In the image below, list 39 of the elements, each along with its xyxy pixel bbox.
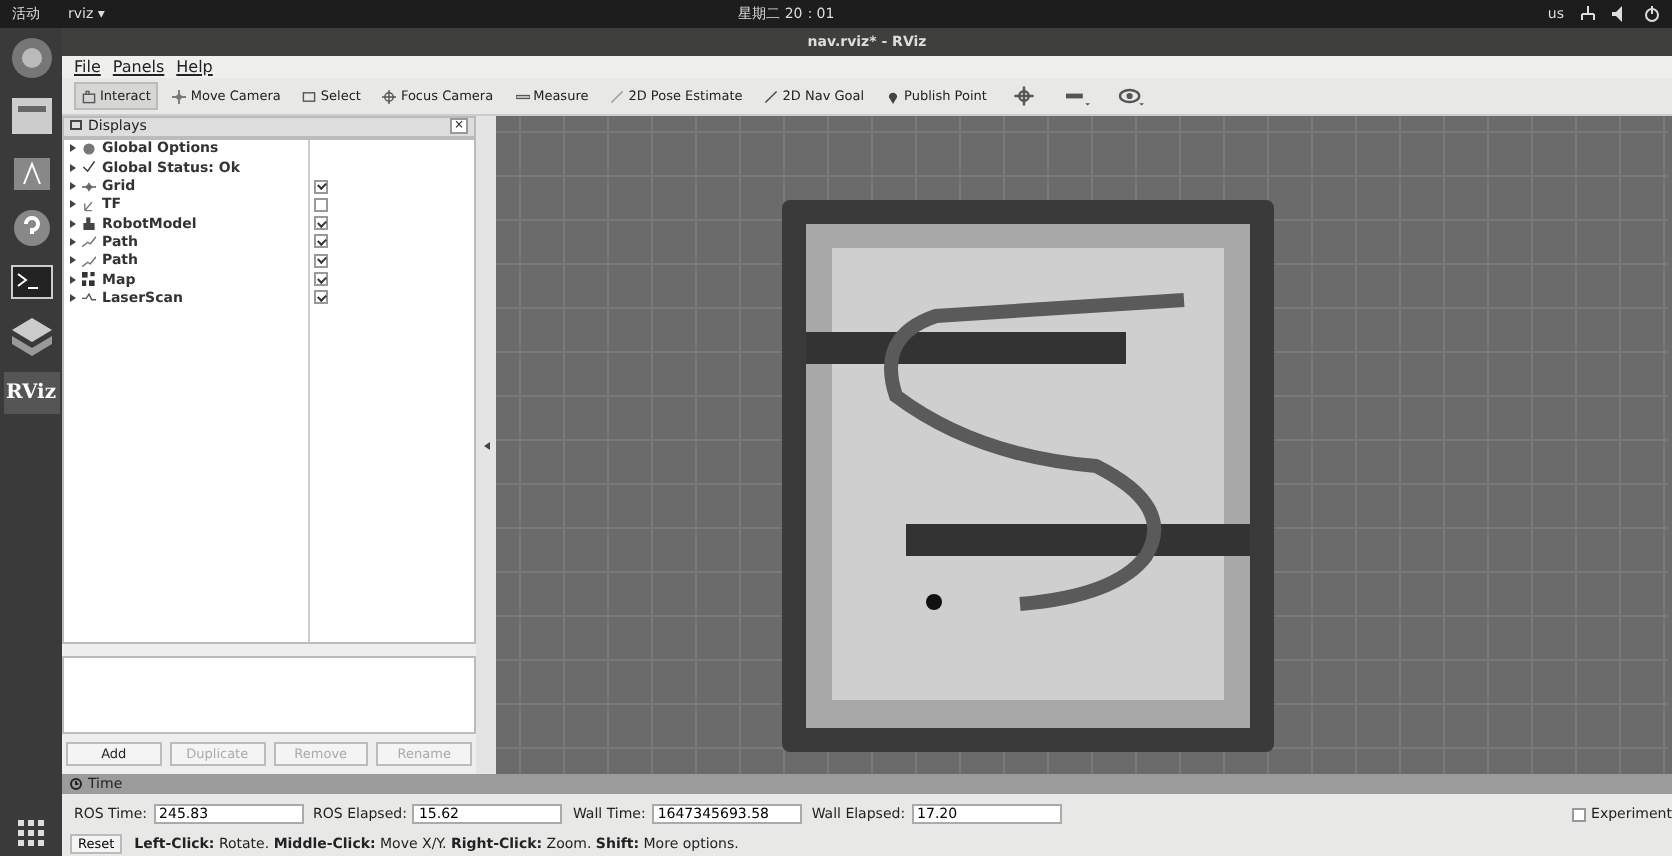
crosshair-icon <box>382 89 397 103</box>
map-view-drawing[interactable] <box>496 116 1668 774</box>
enable-checkbox[interactable] <box>314 272 328 287</box>
enable-checkbox[interactable] <box>314 234 328 249</box>
display-type-icon <box>82 272 96 287</box>
software-icon[interactable] <box>11 152 51 192</box>
menu-item[interactable]: File <box>74 58 101 76</box>
menu-item[interactable]: Help <box>176 58 213 76</box>
files-icon[interactable] <box>9 96 53 136</box>
display-type-icon <box>82 216 96 231</box>
ruler-icon <box>515 89 530 103</box>
volume-icon[interactable] <box>1612 6 1628 22</box>
collapse-arrow-icon[interactable] <box>483 441 489 449</box>
display-type-icon <box>82 290 96 305</box>
menu-item[interactable]: Panels <box>112 58 165 76</box>
display-type-icon <box>82 197 96 212</box>
power-icon[interactable] <box>1644 6 1660 22</box>
experimental-checkbox[interactable] <box>1571 807 1586 821</box>
enable-checkbox[interactable] <box>314 290 328 305</box>
display-type-icon <box>82 179 96 194</box>
help-icon[interactable] <box>11 208 51 248</box>
rviz-logo[interactable]: RViz <box>3 372 59 414</box>
enable-checkbox[interactable] <box>314 179 328 194</box>
expand-arrow-icon[interactable] <box>70 144 76 153</box>
enable-checkbox[interactable] <box>314 197 328 212</box>
app-grid-icon[interactable] <box>17 820 45 848</box>
terminal-icon[interactable] <box>9 264 53 300</box>
clock-icon <box>70 778 82 790</box>
rectangle-icon <box>302 89 317 103</box>
monitor-icon <box>70 120 82 133</box>
layers-icon[interactable] <box>9 316 53 356</box>
browser-icon[interactable] <box>9 36 53 80</box>
expand-arrow-icon[interactable] <box>70 163 76 172</box>
pin-icon <box>886 89 901 103</box>
enable-checkbox[interactable] <box>314 253 328 268</box>
move-icon <box>172 89 187 103</box>
expand-arrow-icon[interactable] <box>70 256 76 265</box>
network-icon[interactable] <box>1580 6 1596 22</box>
enable-checkbox[interactable] <box>314 216 328 231</box>
